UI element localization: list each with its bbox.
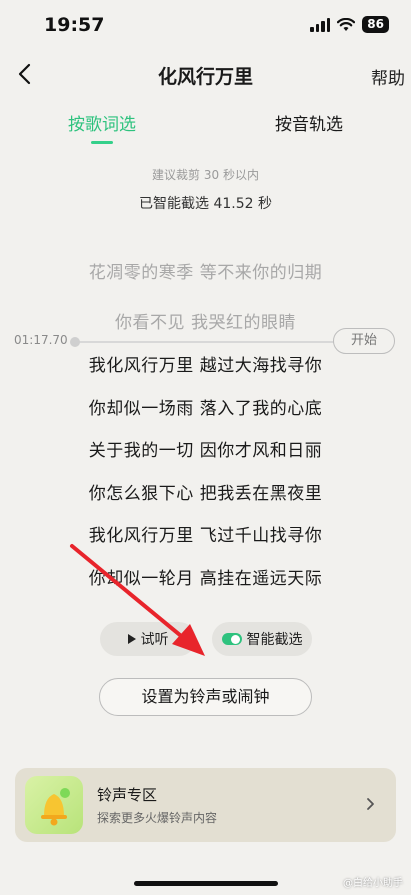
status-bar: 19:57 86 [0,0,411,50]
help-button[interactable]: 帮助 [371,64,405,89]
start-time-label: 01:17.70 [14,333,68,347]
tab-active-indicator [91,141,113,144]
lyric-line[interactable]: 你却似一轮月 高挂在遥远天际 [0,564,411,589]
battery-icon: 86 [362,16,389,33]
lyric-line[interactable]: 我化风行万里 越过大海找寻你 [0,351,411,376]
page-title: 化风行万里 [157,66,253,88]
tab-by-lyrics[interactable]: 按歌词选 [68,110,136,135]
lyric-line[interactable]: 关于我的一切 因你才风和日丽 [0,436,411,461]
home-indicator [134,881,278,886]
chevron-right-icon [367,798,374,810]
lyric-line[interactable]: 你却似一场雨 落入了我的心底 [0,394,411,419]
banner-subtitle: 探索更多火爆铃声内容 [97,811,218,825]
start-button[interactable]: 开始 [333,328,395,354]
bell-icon [25,776,83,834]
start-marker-line [74,341,341,343]
selected-duration: 已智能截选 41.52 秒 [139,196,272,212]
start-marker-handle[interactable] [70,337,80,347]
nav-bar: 化风行万里 帮助 [0,52,411,96]
smart-select-toggle[interactable]: 智能截选 [212,622,312,656]
status-time: 19:57 [44,14,105,36]
wifi-icon [337,17,356,31]
clip-hint: 建议裁剪 30 秒以内 [152,168,259,182]
lyric-line[interactable]: 我化风行万里 飞过千山找寻你 [0,521,411,546]
status-icons: 86 [310,16,389,33]
preview-label: 试听 [140,632,169,648]
preview-button[interactable]: 试听 [100,622,196,656]
start-marker[interactable]: 01:17.70 开始 [0,328,411,354]
lyric-line[interactable]: 你怎么狠下心 把我丢在黑夜里 [0,479,411,504]
play-icon [127,634,136,644]
smart-select-label: 智能截选 [246,632,303,648]
cellular-signal-icon [310,17,331,32]
watermark: @白给小助手 [343,878,403,889]
toggle-switch-icon[interactable] [221,633,242,645]
banner-title: 铃声专区 [97,786,158,804]
ringtone-zone-banner[interactable]: 铃声专区 探索更多火爆铃声内容 [15,768,396,842]
tab-by-track[interactable]: 按音轨选 [275,110,343,135]
lyric-line[interactable]: 花凋零的寒季 等不来你的归期 [0,258,411,283]
tab-bar: 按歌词选 按音轨选 [0,106,411,148]
set-ringtone-button[interactable]: 设置为铃声或闹钟 [99,678,312,716]
